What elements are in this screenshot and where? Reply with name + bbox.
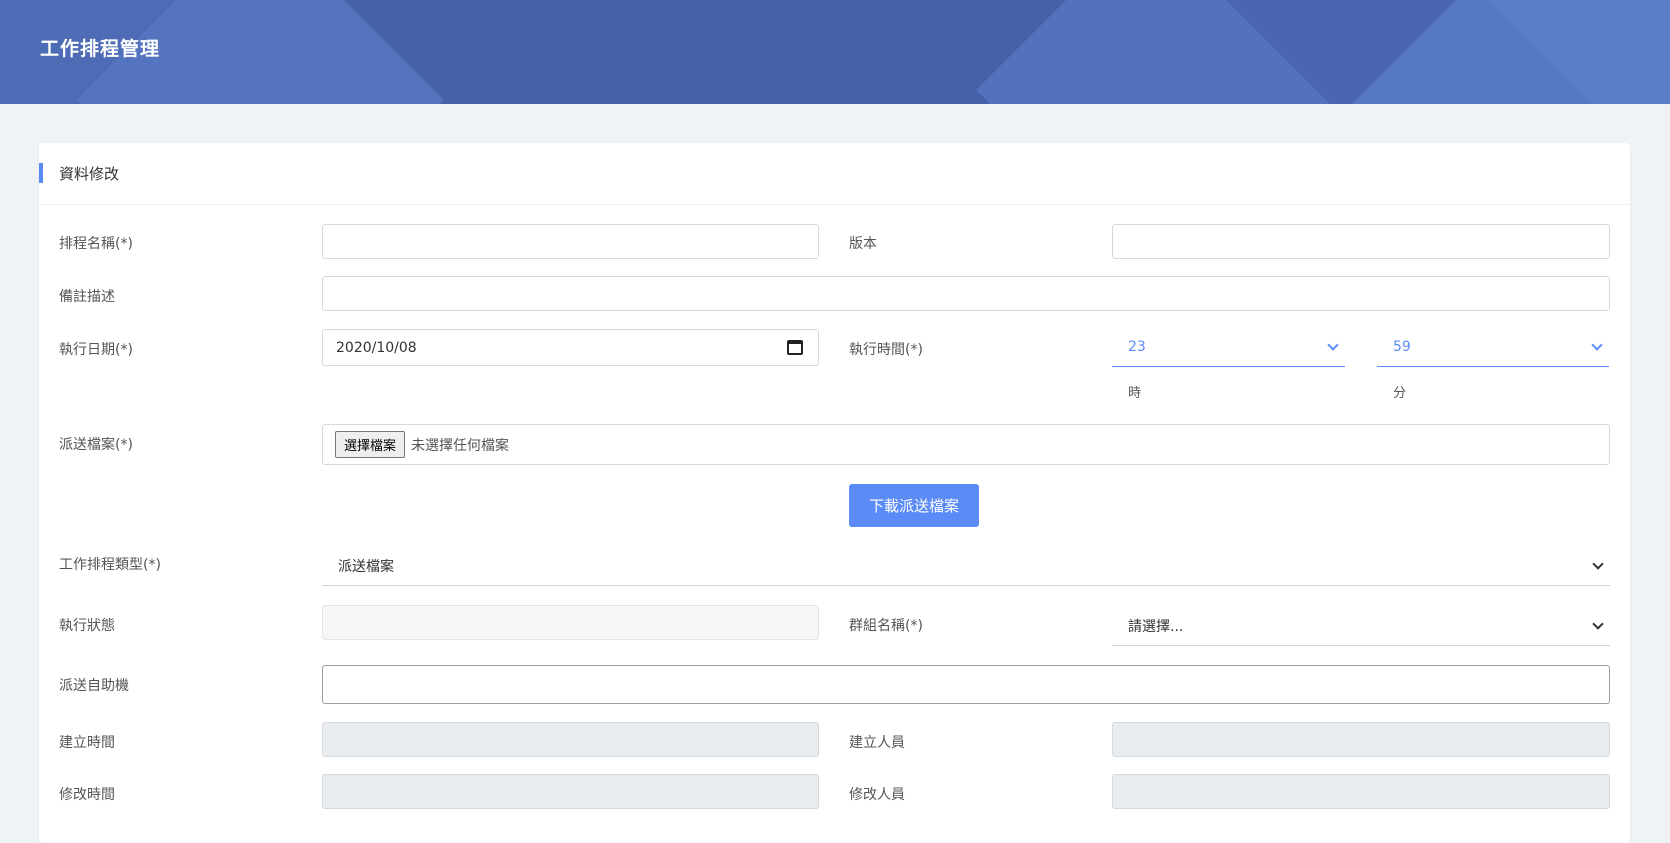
card-header: 資料修改 bbox=[39, 143, 1630, 205]
version-label: 版本 bbox=[849, 236, 877, 252]
dispatch-file-input[interactable]: 選擇檔案 未選擇任何檔案 bbox=[322, 424, 1610, 465]
kiosk-input[interactable] bbox=[322, 665, 1610, 704]
minute-select[interactable]: 59 bbox=[1377, 327, 1609, 367]
page-title: 工作排程管理 bbox=[40, 38, 161, 60]
created-by-label: 建立人員 bbox=[849, 735, 905, 751]
page-header: 工作排程管理 bbox=[0, 0, 1670, 104]
created-time-label: 建立時間 bbox=[59, 735, 115, 751]
minute-unit-label: 分 bbox=[1393, 386, 1407, 401]
chevron-down-icon bbox=[1592, 558, 1604, 570]
download-dispatch-file-button[interactable]: 下載派送檔案 bbox=[849, 484, 979, 527]
created-time-input bbox=[322, 722, 819, 757]
exec-status-label: 執行狀態 bbox=[59, 618, 115, 634]
calendar-icon[interactable] bbox=[787, 340, 803, 355]
minute-value: 59 bbox=[1393, 338, 1411, 355]
chevron-down-icon bbox=[1592, 618, 1604, 630]
exec-time-label: 執行時間(*) bbox=[849, 342, 923, 358]
no-file-text: 未選擇任何檔案 bbox=[411, 437, 510, 454]
chevron-down-icon bbox=[1591, 339, 1603, 351]
dispatch-file-label: 派送檔案(*) bbox=[59, 437, 133, 453]
exec-date-value: 2020/10/08 bbox=[336, 339, 417, 356]
modified-time-label: 修改時間 bbox=[59, 787, 115, 803]
remark-input[interactable] bbox=[322, 276, 1610, 311]
schedule-name-label: 排程名稱(*) bbox=[59, 236, 133, 252]
modified-time-input bbox=[322, 774, 819, 809]
job-type-label: 工作排程類型(*) bbox=[59, 557, 161, 573]
created-by-input bbox=[1112, 722, 1610, 757]
group-name-label: 群組名稱(*) bbox=[849, 618, 923, 634]
schedule-name-input[interactable] bbox=[322, 224, 819, 259]
exec-status-input bbox=[322, 605, 819, 640]
card-header-accent bbox=[39, 163, 43, 183]
version-input[interactable] bbox=[1112, 224, 1610, 259]
hour-select[interactable]: 23 bbox=[1112, 327, 1345, 367]
group-name-select[interactable]: 請選擇... bbox=[1112, 606, 1610, 646]
chevron-down-icon bbox=[1327, 339, 1339, 351]
hour-value: 23 bbox=[1128, 338, 1146, 355]
group-name-value: 請選擇... bbox=[1128, 618, 1184, 635]
modified-by-label: 修改人員 bbox=[849, 787, 905, 803]
job-type-value: 派送檔案 bbox=[338, 558, 394, 575]
choose-file-button[interactable]: 選擇檔案 bbox=[335, 431, 406, 458]
hour-unit-label: 時 bbox=[1128, 386, 1142, 401]
kiosk-label: 派送自助機 bbox=[59, 678, 129, 694]
exec-date-label: 執行日期(*) bbox=[59, 342, 133, 358]
modified-by-input bbox=[1112, 774, 1610, 809]
exec-date-input[interactable]: 2020/10/08 bbox=[322, 329, 819, 366]
card-title: 資料修改 bbox=[59, 165, 120, 183]
remark-label: 備註描述 bbox=[59, 289, 115, 305]
job-type-select[interactable]: 派送檔案 bbox=[322, 546, 1610, 586]
